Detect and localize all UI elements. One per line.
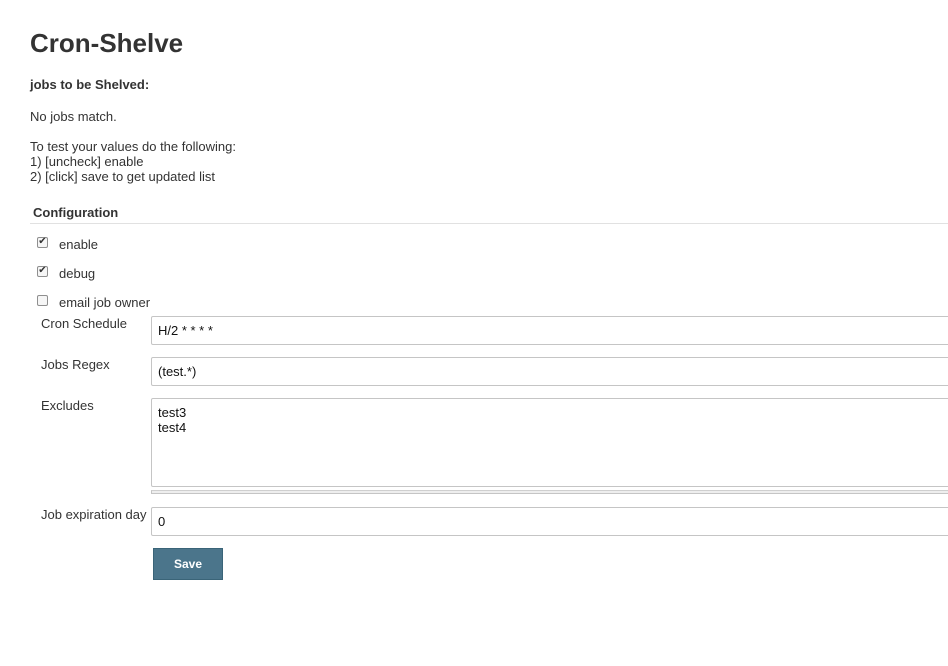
job-expiration-input[interactable] [151,507,948,536]
cron-schedule-input[interactable] [151,316,948,345]
no-jobs-message: No jobs match. [30,109,117,124]
page-title: Cron-Shelve [30,28,184,58]
configuration-section-header: Configuration [33,205,119,220]
page: Cron-Shelve jobs to be Shelved: No jobs … [0,0,948,666]
jobs-regex-input[interactable] [151,357,948,386]
debug-option[interactable]: ✔ debug [37,265,95,281]
cron-schedule-label: Cron Schedule [41,316,127,331]
email-job-owner-option[interactable]: email job owner [37,294,150,310]
email-job-owner-checkbox[interactable] [37,294,48,306]
job-expiration-label: Job expiration day [41,507,147,522]
textarea-resize-handle[interactable] [151,490,948,494]
jobs-regex-label: Jobs Regex [41,357,110,372]
save-button[interactable]: Save [153,548,223,580]
excludes-textarea[interactable]: test3 test4 [151,398,948,487]
email-job-owner-label: email job owner [59,294,151,310]
instruction-line: 1) [uncheck] enable [30,154,144,169]
enable-checkbox[interactable]: ✔ [37,236,48,248]
instruction-line: To test your values do the following: [30,139,236,154]
jobs-to-shelve-heading: jobs to be Shelved: [30,77,150,92]
instruction-line: 2) [click] save to get updated list [30,169,215,184]
debug-label: debug [59,265,96,281]
section-divider [30,223,948,224]
enable-label: enable [59,236,99,252]
debug-checkbox[interactable]: ✔ [37,265,48,277]
excludes-label: Excludes [41,398,94,413]
enable-option[interactable]: ✔ enable [37,236,98,252]
test-instructions: To test your values do the following: 1)… [30,139,236,184]
